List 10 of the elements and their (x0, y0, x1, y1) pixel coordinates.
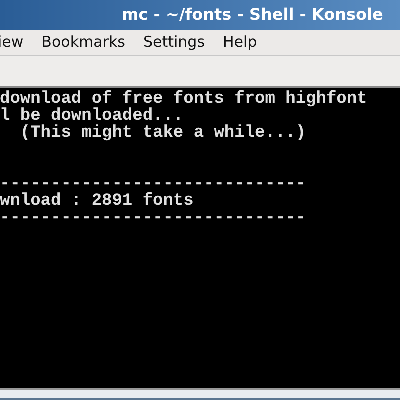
menu-item[interactable]: Help (223, 31, 258, 54)
menu-item[interactable]: Bookmarks (42, 31, 126, 54)
terminal-line: download of free fonts from highfont (0, 91, 368, 108)
terminal-line: ------------------------------ (0, 210, 306, 227)
terminal-line: ------------------------------ (0, 176, 306, 193)
terminal-line: wnload : 2891 fonts (0, 193, 194, 210)
window-title: mc - ~/fonts - Shell - Konsole (122, 4, 384, 26)
menu-item[interactable]: Settings (143, 31, 206, 54)
terminal-line: (This might take a while...) (19, 125, 306, 142)
terminal-line: l be downloaded... (0, 108, 184, 125)
